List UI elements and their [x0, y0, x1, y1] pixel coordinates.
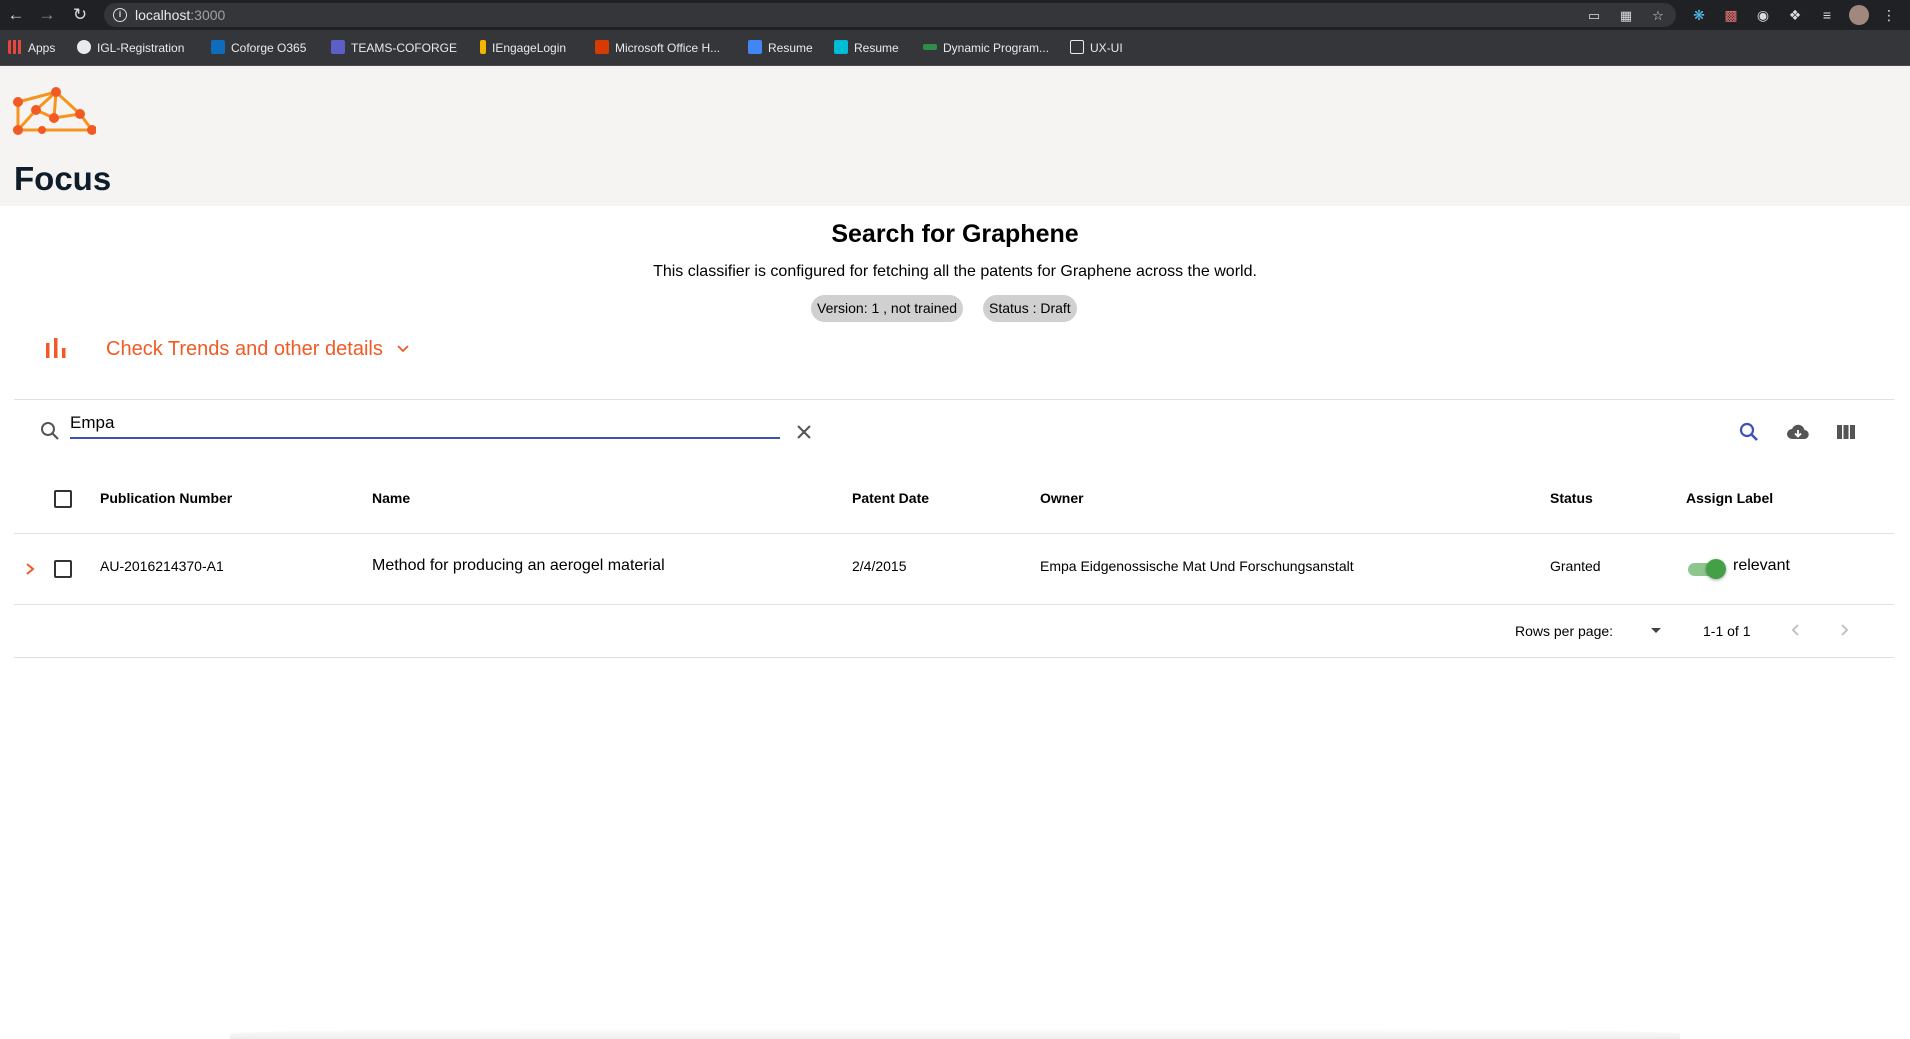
- table-footer-divider: [14, 657, 1894, 658]
- expand-row-chevron-icon[interactable]: [24, 562, 36, 576]
- select-all-checkbox[interactable]: [54, 490, 72, 508]
- toggle-thumb: [1706, 559, 1726, 579]
- extension-icon[interactable]: ▩: [1722, 6, 1740, 24]
- graphene-network-logo[interactable]: [12, 84, 96, 138]
- assign-label-toggle[interactable]: [1686, 559, 1726, 579]
- address-url[interactable]: localhost:3000: [135, 7, 225, 23]
- bookmark-label: Apps: [28, 41, 56, 55]
- column-header-name[interactable]: Name: [372, 490, 410, 506]
- globe-icon: [77, 40, 91, 54]
- search-icon[interactable]: [1737, 420, 1761, 444]
- label-cell: relevant: [1733, 557, 1790, 574]
- section-divider: [14, 399, 1894, 400]
- gfg-icon: [923, 44, 937, 50]
- app-header: Focus: [0, 66, 1910, 206]
- bookmark-label: IGL-Registration: [97, 41, 185, 55]
- bookmark-label: IEngageLogin: [492, 41, 567, 55]
- table-header-divider: [14, 533, 1894, 534]
- iengage-icon: [480, 40, 486, 54]
- pagination-range: 1-1 of 1: [1703, 623, 1751, 639]
- bookmark-igl-registration[interactable]: IGL-Registration: [77, 39, 184, 57]
- view-columns-icon[interactable]: [1834, 420, 1858, 444]
- bookmark-teams-coforge[interactable]: TEAMS-COFORGE: [331, 39, 457, 57]
- chevron-down-icon: [397, 345, 409, 353]
- bookmark-resume-2[interactable]: Resume: [834, 39, 899, 57]
- bottom-shadow: [230, 1028, 1680, 1039]
- name-cell: Method for producing an aerogel material: [372, 557, 665, 574]
- bookmarks-bar: Apps IGL-Registration Coforge O365 TEAMS…: [0, 30, 1910, 66]
- bar-chart-icon: [46, 338, 66, 358]
- apps-grid-icon: [8, 40, 22, 54]
- bookmark-label: Resume: [768, 41, 813, 55]
- column-header-assign-label[interactable]: Assign Label: [1686, 490, 1773, 506]
- previous-page-icon[interactable]: [1786, 620, 1806, 640]
- cast-icon[interactable]: ▭: [1586, 8, 1602, 24]
- m-logo-icon: [834, 40, 848, 54]
- office-icon: [595, 40, 609, 54]
- version-chip: Version: 1 , not trained: [811, 295, 964, 322]
- bookmark-label: TEAMS-COFORGE: [351, 41, 458, 55]
- forward-icon[interactable]: →: [36, 4, 58, 26]
- puzzle-extensions-icon[interactable]: ❖: [1786, 6, 1804, 24]
- back-icon[interactable]: ←: [5, 4, 27, 26]
- camera-icon[interactable]: ◉: [1754, 6, 1772, 24]
- bookmark-label: Coforge O365: [231, 41, 307, 55]
- cloud-download-icon[interactable]: [1786, 420, 1810, 444]
- table-row-divider: [14, 604, 1894, 605]
- column-header-publication-number[interactable]: Publication Number: [100, 490, 232, 506]
- bookmark-iengagelogin[interactable]: IEngageLogin: [480, 39, 566, 57]
- app-title: Focus: [14, 160, 112, 197]
- classifier-description: This classifier is configured for fetchi…: [653, 263, 1257, 280]
- bookmark-star-icon[interactable]: ☆: [1650, 8, 1666, 24]
- bookmark-resume-1[interactable]: Resume: [748, 39, 813, 57]
- react-devtools-icon[interactable]: ❋: [1690, 6, 1708, 24]
- bookmark-label: Resume: [854, 41, 899, 55]
- row-checkbox[interactable]: [54, 560, 72, 578]
- classifier-title: Search for Graphene: [831, 220, 1079, 248]
- bookmark-apps[interactable]: Apps: [8, 39, 55, 57]
- outlook-icon: [211, 40, 225, 54]
- bookmark-dynamic-programming[interactable]: Dynamic Program...: [923, 39, 1049, 57]
- address-bar[interactable]: i localhost:3000 ▭ ▦ ☆: [104, 3, 1676, 27]
- bookmark-microsoft-office[interactable]: Microsoft Office H...: [595, 39, 720, 57]
- column-header-status[interactable]: Status: [1550, 490, 1593, 506]
- rows-per-page-label: Rows per page:: [1515, 623, 1614, 639]
- next-page-icon[interactable]: [1834, 620, 1854, 640]
- status-chip: Status : Draft: [983, 295, 1077, 322]
- bookmark-label: Dynamic Program...: [943, 41, 1050, 55]
- url-port: :3000: [190, 7, 226, 23]
- resume-doc-icon: [748, 40, 762, 54]
- bookmark-ux-ui[interactable]: UX-UI: [1070, 39, 1123, 57]
- status-cell: Granted: [1550, 558, 1601, 574]
- qr-code-icon[interactable]: ▦: [1618, 8, 1634, 24]
- reading-list-icon[interactable]: ≡: [1818, 6, 1836, 24]
- browser-toolbar: ← → ↻ i localhost:3000 ▭ ▦ ☆ ❋ ▩ ◉ ❖ ≡ ⋮: [0, 0, 1910, 30]
- trends-label: Check Trends and other details: [106, 338, 383, 360]
- publication-number-cell: AU-2016214370-A1: [100, 558, 224, 574]
- bookmark-coforge-o365[interactable]: Coforge O365: [211, 39, 306, 57]
- search-input[interactable]: [70, 411, 780, 439]
- url-host: localhost: [135, 7, 191, 23]
- site-info-icon[interactable]: i: [113, 8, 127, 22]
- patent-date-cell: 2/4/2015: [852, 558, 907, 574]
- more-menu-icon[interactable]: ⋮: [1880, 6, 1898, 24]
- profile-avatar[interactable]: [1849, 5, 1869, 25]
- search-icon: [41, 422, 59, 440]
- clear-search-icon[interactable]: [793, 421, 815, 443]
- folder-icon: [1070, 40, 1084, 54]
- owner-cell: Empa Eidgenossische Mat Und Forschungsan…: [1040, 558, 1354, 574]
- teams-icon: [331, 40, 345, 54]
- column-header-patent-date[interactable]: Patent Date: [852, 490, 929, 506]
- reload-icon[interactable]: ↻: [69, 4, 91, 26]
- column-header-owner[interactable]: Owner: [1040, 490, 1084, 506]
- rows-per-page-dropdown-icon[interactable]: [1646, 620, 1666, 640]
- bookmark-label: UX-UI: [1090, 41, 1123, 55]
- bookmark-label: Microsoft Office H...: [615, 41, 721, 55]
